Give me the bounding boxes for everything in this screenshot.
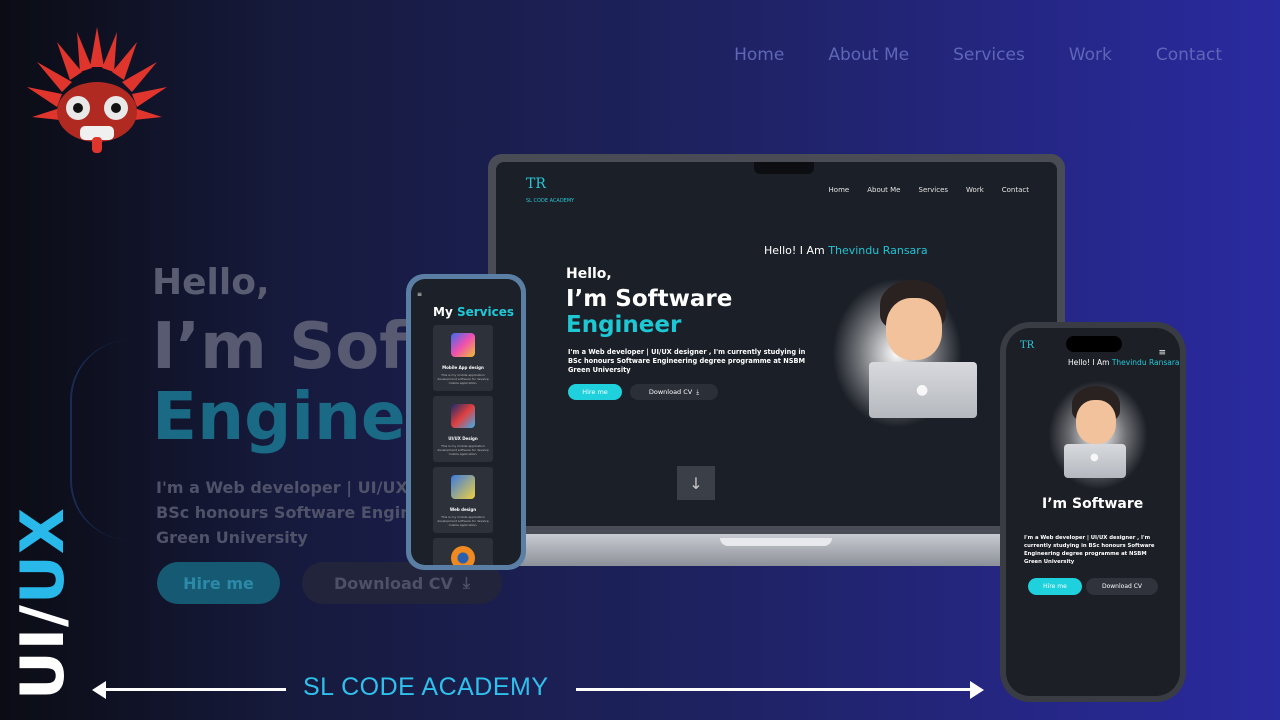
- service-card-title: Mobile App design: [442, 365, 484, 370]
- nav-home[interactable]: Home: [734, 45, 784, 65]
- laptop-greeting: Hello! I Am Thevindu Ransara: [764, 244, 928, 257]
- bg-desc-line: I'm a Web developer | UI/UX de: [156, 478, 436, 497]
- menu-icon[interactable]: ≡: [417, 291, 422, 298]
- mobile-app-icon: [451, 333, 475, 357]
- laptop-avatar: ●: [866, 280, 977, 420]
- menu-icon[interactable]: ≡: [1158, 348, 1166, 358]
- service-card-desc: This is my mobile application developmen…: [437, 515, 489, 527]
- download-icon: ⤓: [696, 387, 700, 396]
- services-title-a: My: [433, 305, 457, 319]
- phone-right-name: Thevindu Ransara: [1111, 358, 1180, 367]
- nav-contact[interactable]: Contact: [1156, 45, 1222, 65]
- laptop-greeting-text: Hello! I Am: [764, 244, 829, 257]
- nav-work[interactable]: Work: [1069, 45, 1112, 65]
- phone-right-description: I'm a Web developer | UI/UX designer , I…: [1024, 535, 1155, 565]
- service-card-desc: This is my mobile application developmen…: [437, 444, 489, 456]
- bg-hello-text: Hello,: [152, 262, 270, 303]
- laptop-nav-work[interactable]: Work: [966, 186, 984, 194]
- service-card[interactable]: [433, 538, 493, 565]
- scroll-down-icon[interactable]: ↓: [677, 466, 715, 500]
- laptop-site-nav: Home About Me Services Work Contact: [829, 186, 1029, 194]
- bg-desc-line: Green University: [156, 528, 308, 547]
- phone-right-screen: TR ≡ Hello! I Am Thevindu Ransara ● I’m …: [1006, 328, 1180, 696]
- avatar-face: [1076, 400, 1116, 444]
- bg-download-label: Download CV: [334, 573, 453, 593]
- service-card[interactable]: Web design This is my mobile application…: [433, 467, 493, 533]
- laptop-name: Thevindu Ransara: [828, 244, 928, 257]
- laptop-notch: [754, 162, 814, 174]
- right-arrow-icon: [970, 681, 984, 699]
- phone-right-mockup: TR ≡ Hello! I Am Thevindu Ransara ● I’m …: [1000, 322, 1186, 702]
- laptop-logo-mark: TR: [526, 176, 546, 192]
- download-icon: ⤓: [462, 573, 470, 592]
- laptop-title-line1: I’m Software: [566, 286, 733, 312]
- services-title: My Services: [433, 305, 514, 319]
- bg-title-text: I’m Soft: [152, 310, 438, 384]
- brand-name: SL CODE ACADEMY: [303, 673, 549, 701]
- web-design-icon: [451, 475, 475, 499]
- side-label-ui: UI/: [8, 604, 78, 700]
- decorative-curve: [70, 340, 150, 540]
- mask-logo-icon: [27, 27, 167, 153]
- laptop-hello: Hello,: [566, 266, 612, 282]
- services-title-b: Services: [456, 305, 514, 319]
- phone-left-mockup: ≡ My Services Mobile App design This is …: [406, 274, 526, 570]
- laptop-description: I'm a Web developer | UI/UX designer , I…: [568, 348, 806, 374]
- laptop-title-line2: Engineer: [566, 312, 682, 338]
- apple-logo-icon: ●: [1090, 452, 1099, 463]
- laptop-nav-services[interactable]: Services: [919, 186, 949, 194]
- blender-icon: [451, 546, 475, 565]
- nav-about[interactable]: About Me: [828, 45, 909, 65]
- phone-right-title: I’m Software: [1042, 496, 1144, 512]
- bg-desc-line: BSc honours Software Enginee: [156, 503, 434, 522]
- laptop-download-label: Download CV: [648, 388, 693, 396]
- laptop-screen: TR SL CODE ACADEMY Home About Me Service…: [496, 162, 1057, 526]
- laptop-site-logo[interactable]: TR SL CODE ACADEMY: [526, 176, 574, 204]
- service-card-title: UI/UX Design: [448, 436, 478, 441]
- left-arrow-line: [100, 688, 286, 691]
- service-card[interactable]: UI/UX Design This is my mobile applicati…: [433, 396, 493, 462]
- laptop-mockup: TR SL CODE ACADEMY Home About Me Service…: [488, 154, 1065, 534]
- phone-right-greeting-text: Hello! I Am: [1068, 358, 1112, 367]
- uiux-icon: [451, 404, 475, 428]
- phone-left-screen: ≡ My Services Mobile App design This is …: [411, 279, 521, 565]
- laptop-nav-about[interactable]: About Me: [867, 186, 900, 194]
- main-nav: Home About Me Services Work Contact: [734, 45, 1222, 65]
- phone-avatar: ●: [1062, 386, 1132, 486]
- phone-right-download-button[interactable]: Download CV: [1086, 578, 1158, 595]
- laptop-logo-sub: SL CODE ACADEMY: [526, 198, 575, 204]
- nav-services[interactable]: Services: [953, 45, 1025, 65]
- bg-description: I'm a Web developer | UI/UX de BSc honou…: [156, 475, 436, 550]
- phone-right-greeting: Hello! I Am Thevindu Ransara: [1068, 358, 1180, 367]
- right-arrow-line: [576, 688, 976, 691]
- phone-right-hire-button[interactable]: Hire me: [1028, 578, 1082, 595]
- bg-hire-button[interactable]: Hire me: [157, 562, 280, 604]
- laptop-nav-contact[interactable]: Contact: [1002, 186, 1029, 194]
- laptop-base: [470, 530, 1085, 566]
- laptop-download-button[interactable]: Download CV ⤓: [630, 384, 718, 400]
- service-card[interactable]: Mobile App design This is my mobile appl…: [433, 325, 493, 391]
- apple-logo-icon: ●: [916, 382, 929, 398]
- service-card-desc: This is my mobile application developmen…: [437, 373, 489, 385]
- side-label-ux: UX: [8, 507, 78, 605]
- laptop-hire-button[interactable]: Hire me: [568, 384, 622, 400]
- side-label: UI/UX: [8, 507, 78, 700]
- laptop-nav-home[interactable]: Home: [829, 186, 850, 194]
- dynamic-island: [1066, 336, 1122, 352]
- phone-right-logo[interactable]: TR: [1020, 340, 1034, 351]
- left-arrow-icon: [92, 681, 106, 699]
- avatar-face: [886, 298, 942, 360]
- service-card-title: Web design: [449, 507, 477, 512]
- laptop-groove: [720, 538, 832, 546]
